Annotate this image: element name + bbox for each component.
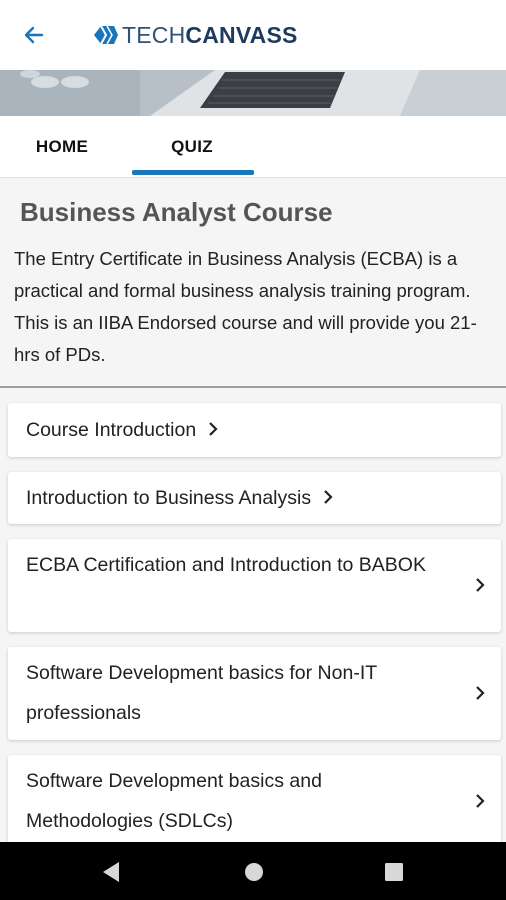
lesson-item-software-development-methodologies[interactable]: Software Development basics and Methodol…	[8, 755, 501, 842]
active-tab-indicator	[132, 170, 254, 175]
tab-quiz[interactable]: QUIZ	[130, 116, 254, 178]
tab-home[interactable]: HOME	[0, 116, 124, 178]
chevron-right-icon	[476, 794, 485, 808]
course-description: The Entry Certificate in Business Analys…	[14, 248, 477, 365]
app-bar: TECHCANVASS	[0, 0, 506, 70]
course-header: Business Analyst Course The Entry Certif…	[0, 179, 506, 388]
logo-text-canvass: CANVASS	[185, 21, 298, 48]
banner-image	[0, 70, 506, 116]
course-title: Business Analyst Course	[20, 197, 333, 227]
chevron-right-icon	[209, 422, 218, 436]
triangle-back-icon[interactable]	[99, 859, 125, 885]
laptop-photo	[0, 70, 506, 116]
chevron-right-icon	[476, 578, 485, 592]
back-button[interactable]	[14, 18, 54, 52]
techcanvass-logo: TECHCANVASS	[92, 21, 298, 49]
lesson-title: Introduction to Business Analysis	[26, 487, 312, 509]
arrow-left-icon	[24, 26, 44, 44]
lesson-title: ECBA Certification and Introduction to B…	[26, 554, 426, 576]
lesson-item-ecba-certification[interactable]: ECBA Certification and Introduction to B…	[8, 539, 501, 632]
logo-text-tech: TECH	[122, 21, 186, 48]
lesson-list[interactable]: Course Introduction Introduction to Busi…	[0, 390, 506, 842]
lesson-title: Software Development basics and Methodol…	[26, 770, 322, 832]
square-recents-icon[interactable]	[381, 859, 407, 885]
lesson-item-course-introduction[interactable]: Course Introduction	[8, 403, 501, 457]
tab-bar: HOME QUIZ	[0, 116, 506, 178]
lesson-title: Course Introduction	[26, 419, 197, 441]
lesson-item-introduction-to-business-analysis[interactable]: Introduction to Business Analysis	[8, 472, 501, 524]
lesson-title: Software Development basics for Non-IT p…	[26, 662, 377, 724]
lesson-item-software-development-basics-non-it[interactable]: Software Development basics for Non-IT p…	[8, 647, 501, 740]
chevron-right-icon	[324, 490, 333, 504]
logo-mark-icon	[94, 25, 118, 45]
chevron-right-icon	[476, 686, 485, 700]
circle-home-icon[interactable]	[241, 859, 267, 885]
system-nav-bar	[0, 842, 506, 900]
